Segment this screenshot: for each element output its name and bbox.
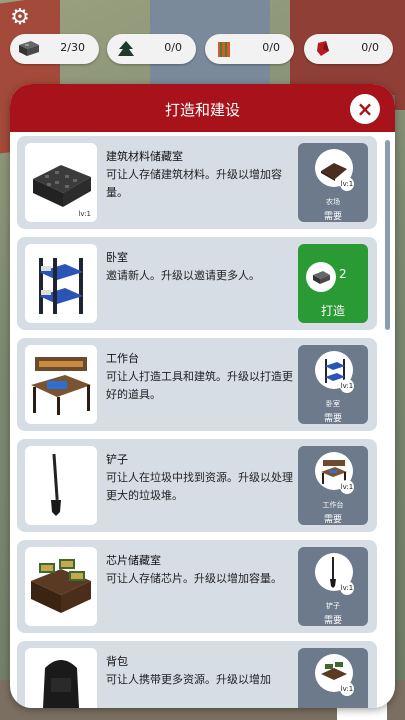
close-button[interactable]: × xyxy=(350,94,380,124)
build-item-list[interactable]: lv:1 建筑材料储藏室 可让人存储建筑材料。升级以增加容量。 lv:1 农场 … xyxy=(17,136,377,708)
resource-book: 0/0 xyxy=(205,34,294,64)
item-title: 铲子 xyxy=(106,453,128,466)
brick-cost-icon xyxy=(306,262,336,292)
item-description: 邀请新人。升级以邀请更多人。 xyxy=(106,269,260,282)
requirement-box: lv:1 农场 需要 xyxy=(298,143,368,222)
build-item-card[interactable]: 芯片储藏室 可让人存储芯片。升级以增加容量。 lv:1 铲子 需要 xyxy=(17,540,377,633)
item-description: 可让人在垃圾中找到资源。升级以处理更大的垃圾堆。 xyxy=(106,471,293,502)
workbench-icon xyxy=(31,357,91,415)
requirement-level: lv:1 xyxy=(340,177,354,191)
requirement-name: 卧室 xyxy=(326,400,340,408)
build-cost: 2 xyxy=(339,267,347,281)
item-title: 建筑材料储藏室 xyxy=(106,150,183,163)
item-title: 卧室 xyxy=(106,251,128,264)
requirement-level: lv:1 xyxy=(340,682,354,696)
brick-icon xyxy=(19,41,39,56)
requirement-box: lv:1 xyxy=(298,648,368,708)
requirement-box: lv:1 工作台 需要 xyxy=(298,446,368,525)
requirement-level: lv:1 xyxy=(340,480,354,494)
panel-title: 打造和建设 xyxy=(164,101,240,119)
craft-build-panel: 打造和建设 × lv:1 建筑材料储藏室 可让人存储建筑材料。升级以增加容量。 xyxy=(10,84,395,708)
resource-value: 0/0 xyxy=(361,41,379,54)
item-thumbnail xyxy=(25,244,97,323)
resource-value: 2/30 xyxy=(60,41,85,54)
requirement-level: lv:1 xyxy=(340,581,354,595)
requirement-level: lv:1 xyxy=(340,379,354,393)
build-item-card[interactable]: 卧室 邀请新人。升级以邀请更多人。 2 打造 xyxy=(17,237,377,330)
panel-header: 打造和建设 × xyxy=(10,84,395,132)
scrollbar[interactable] xyxy=(385,140,390,330)
item-title: 背包 xyxy=(106,655,128,668)
resource-value: 0/0 xyxy=(164,41,182,54)
backpack-icon xyxy=(43,660,79,708)
build-item-card[interactable]: lv:1 建筑材料储藏室 可让人存储建筑材料。升级以增加容量。 lv:1 农场 … xyxy=(17,136,377,229)
build-label: 打造 xyxy=(320,304,345,318)
resource-brick: 2/30 xyxy=(10,34,99,64)
item-level: lv:1 xyxy=(78,210,91,218)
requirement-need-label: 需要 xyxy=(323,616,342,626)
chip-icon xyxy=(118,41,134,56)
item-thumbnail xyxy=(25,547,97,626)
requirement-box: lv:1 卧室 需要 xyxy=(298,345,368,424)
build-item-card[interactable]: 工作台 可让人打造工具和建筑。升级以打造更好的道具。 lv:1 卧室 需要 xyxy=(17,338,377,431)
item-description: 可让人携带更多资源。升级以增加 xyxy=(106,673,271,686)
requirement-box: lv:1 铲子 需要 xyxy=(298,547,368,626)
build-item-card[interactable]: 背包 可让人携带更多资源。升级以增加 lv:1 xyxy=(17,641,377,708)
crystal-icon xyxy=(317,41,329,56)
item-description: 可让人存储芯片。升级以增加容量。 xyxy=(106,572,282,585)
resource-value: 0/0 xyxy=(262,41,280,54)
item-description: 可让人存储建筑材料。升级以增加容量。 xyxy=(106,168,282,199)
shovel-icon xyxy=(51,453,61,516)
item-thumbnail xyxy=(25,648,97,708)
requirement-name: 农场 xyxy=(326,198,340,206)
item-thumbnail xyxy=(25,446,97,525)
book-icon xyxy=(218,42,230,57)
resource-crystal: 0/0 xyxy=(304,34,393,64)
resource-chip: 0/0 xyxy=(107,34,196,64)
requirement-need-label: 需要 xyxy=(323,515,342,525)
build-button[interactable]: 2 打造 xyxy=(298,244,368,323)
bunk-bed-icon xyxy=(39,258,83,314)
item-description: 可让人打造工具和建筑。升级以打造更好的道具。 xyxy=(106,370,293,401)
item-thumbnail: lv:1 xyxy=(25,143,97,222)
chip-storage-icon xyxy=(31,559,91,613)
resource-bar: 2/30 0/0 0/0 0/0 xyxy=(10,34,395,64)
item-title: 工作台 xyxy=(106,352,139,365)
build-item-card[interactable]: 铲子 可让人在垃圾中找到资源。升级以处理更大的垃圾堆。 lv:1 工作台 需要 xyxy=(17,439,377,532)
settings-gear-icon[interactable]: ⚙ xyxy=(8,6,32,30)
requirement-name: 工作台 xyxy=(322,501,344,509)
requirement-need-label: 需要 xyxy=(323,212,342,222)
item-thumbnail xyxy=(25,345,97,424)
requirement-name: 铲子 xyxy=(326,602,340,610)
requirement-need-label: 需要 xyxy=(323,414,342,424)
item-title: 芯片储藏室 xyxy=(106,554,161,567)
